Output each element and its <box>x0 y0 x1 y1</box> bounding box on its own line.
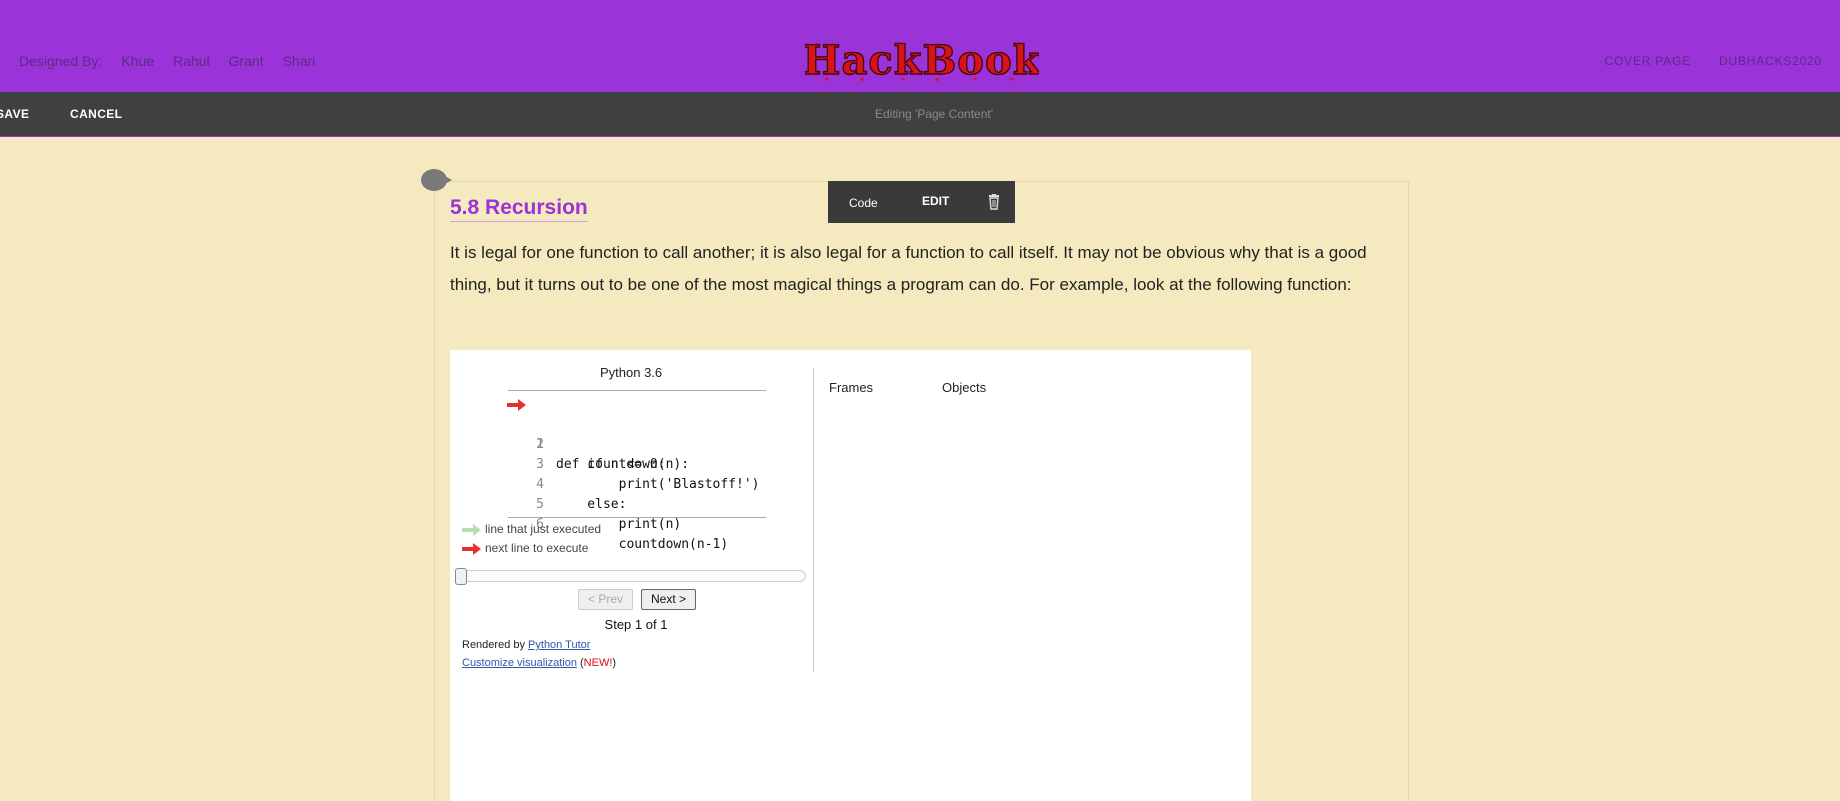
block-drag-handle[interactable] <box>421 169 452 191</box>
code-line: 4 else: <box>508 455 766 512</box>
section-heading: 5.8 Recursion <box>450 196 588 222</box>
hackbook-logo[interactable]: HackBook <box>805 38 1039 84</box>
designed-by: Designed By: Khue Rahul Grant Shari <box>19 53 334 69</box>
code-line: 1 def countdown(n): <box>507 395 766 472</box>
customize-row: Customize visualization (NEW!) <box>462 657 616 669</box>
step-slider-handle[interactable] <box>455 568 467 585</box>
legend-executed-label: line that just executed <box>485 522 602 536</box>
legend-executed: line that just executed <box>462 520 601 539</box>
designer-link-rahul[interactable]: Rahul <box>173 53 210 69</box>
editing-status: Editing 'Page Content' <box>875 107 993 121</box>
next-arrow-icon <box>462 542 481 555</box>
edit-button[interactable]: EDIT <box>922 194 949 208</box>
rendered-by-label: Rendered by <box>462 639 529 651</box>
nav-cover-page[interactable]: COVER PAGE <box>1605 54 1691 68</box>
code-button[interactable]: Code <box>849 196 878 210</box>
next-button[interactable]: Next > <box>641 589 696 610</box>
step-slider[interactable] <box>455 568 806 585</box>
arrow-legend: line that just executed next line to exe… <box>462 520 601 558</box>
objects-header: Objects <box>942 380 987 395</box>
code-line: 2 if n <= 0: <box>508 415 766 472</box>
block-toolbar: Code EDIT <box>828 181 1015 223</box>
rendered-by: Rendered by Python Tutor <box>462 639 590 651</box>
legend-next-label: next line to execute <box>485 541 589 555</box>
nav-dubhacks2020[interactable]: DUBHACKS2020 <box>1719 54 1822 68</box>
code-line: 5 print(n) <box>508 475 766 532</box>
legend-next: next line to execute <box>462 539 601 558</box>
code-listing: 1 def countdown(n): 2 if n <= 0: 3 print… <box>507 390 766 552</box>
logo-text: HackBook <box>805 38 1039 84</box>
edit-bar: SAVE CANCEL Editing 'Page Content' <box>0 92 1840 137</box>
paren-open: ( <box>576 657 584 669</box>
python-tutor-link[interactable]: Python Tutor <box>528 639 590 651</box>
frames-header: Frames <box>829 380 874 395</box>
designed-by-label: Designed By: <box>19 53 103 69</box>
python-tutor-widget: Python 3.6 1 def countdown(n): 2 if n <=… <box>450 350 1251 801</box>
code-line: 6 countdown(n-1) <box>508 495 766 552</box>
header-nav: COVER PAGE DUBHACKS2020 <box>1577 54 1822 68</box>
designer-link-grant[interactable]: Grant <box>229 53 264 69</box>
section-paragraph: It is legal for one function to call ano… <box>450 243 1367 294</box>
prev-button[interactable]: < Prev <box>578 589 633 610</box>
step-counter: Step 1 of 1 <box>604 617 668 632</box>
code-line: 3 print('Blastoff!') <box>508 435 766 492</box>
new-badge: NEW! <box>583 657 613 669</box>
executed-arrow-icon <box>462 523 481 536</box>
site-header: Designed By: Khue Rahul Grant Shari Hack… <box>0 0 1840 92</box>
paren-close: ) <box>612 657 617 669</box>
next-line-arrow-icon <box>507 399 526 411</box>
designer-link-khue[interactable]: Khue <box>121 53 154 69</box>
python-version: Python 3.6 <box>600 365 663 380</box>
designer-link-shari[interactable]: Shari <box>283 53 316 69</box>
panel-divider <box>813 368 814 672</box>
trash-icon[interactable] <box>987 194 1001 210</box>
customize-visualization-link[interactable]: Customize visualization <box>462 657 577 669</box>
